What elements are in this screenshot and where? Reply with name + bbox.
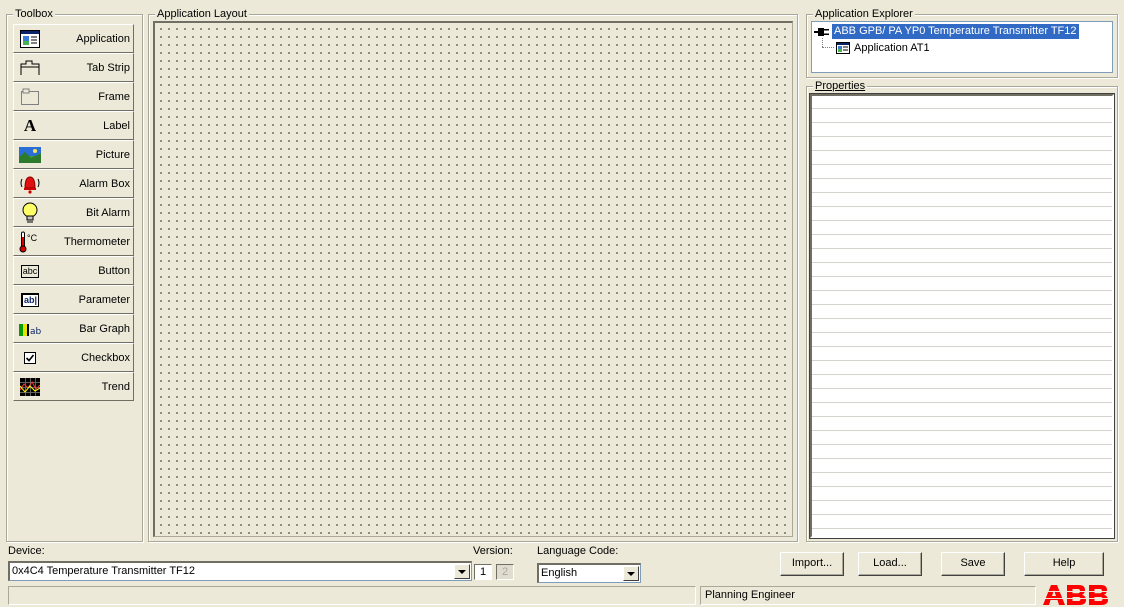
tool-label: Trend [101,381,130,393]
explorer-tree: ABB GPB/ PA YP0 Temperature Transmitter … [811,21,1113,73]
tool-label: Button [98,265,130,277]
tool-picture[interactable]: Picture [13,140,134,169]
tool-label: Parameter [78,294,130,306]
version-label: Version: [473,545,513,557]
tool-label: Frame [98,91,130,103]
tool-label: Bar Graph [79,323,130,335]
status-panel-main [8,586,696,605]
toolbox-panel: Toolbox Application Tab Strip Frame A La… [6,7,143,542]
tool-label: Checkbox [81,352,130,364]
svg-text:ab: ab [30,327,41,336]
tool-trend[interactable]: Trend [13,372,134,401]
device-value: 0x4C4 Temperature Transmitter TF12 [12,565,196,577]
tool-thermometer[interactable]: °C Thermometer [13,227,134,256]
import-button-label: Import... [791,557,833,569]
tool-checkbox[interactable]: Checkbox [13,343,134,372]
toolbox-list: Application Tab Strip Frame A Label Pict… [13,24,134,401]
language-value: English [541,567,578,579]
tool-label: Alarm Box [79,178,130,190]
layout-title: Application Layout [155,7,249,21]
load-button[interactable]: Load... [858,552,922,576]
thermometer-icon: °C [19,231,41,253]
device-select[interactable]: 0x4C4 Temperature Transmitter TF12 [8,561,472,581]
trend-icon [19,376,41,398]
tool-label: Label [103,120,130,132]
load-button-label: Load... [873,557,907,569]
chevron-down-icon[interactable] [454,564,470,579]
layout-canvas[interactable] [153,21,793,537]
button-icon: abc [20,264,40,278]
explorer-title: Application Explorer [813,7,915,21]
tool-frame[interactable]: Frame [13,82,134,111]
tree-connector [822,38,823,47]
save-button[interactable]: Save [941,552,1005,576]
version-2-field: 2 [496,564,514,580]
label-icon: A [23,116,37,135]
application-layout-panel: Application Layout [148,7,798,542]
alarm-bell-icon [19,173,41,195]
tool-label: Application [76,33,130,45]
application-explorer-panel: Application Explorer ABB GPB/ PA YP0 Tem… [806,7,1118,78]
device-plug-icon [814,27,830,37]
application-icon [836,41,850,54]
tool-tab-strip[interactable]: Tab Strip [13,53,134,82]
lightbulb-icon [19,202,41,224]
tool-label: Thermometer [63,236,130,248]
tool-application[interactable]: Application [13,24,134,53]
properties-title: Properties [813,79,868,93]
tool-label[interactable]: A Label [13,111,134,140]
tree-node-application-label: Application AT1 [854,41,930,54]
save-button-label: Save [960,557,986,569]
properties-grid[interactable] [809,93,1115,539]
status-role: Planning Engineer [700,586,1036,605]
tree-node-root[interactable]: ABB GPB/ PA YP0 Temperature Transmitter … [814,24,1079,39]
chevron-down-icon[interactable] [623,566,639,581]
tree-node-application[interactable]: Application AT1 [836,40,930,55]
properties-panel: Properties [806,79,1118,542]
device-label: Device: [8,545,45,557]
checkbox-icon [19,347,41,369]
frame-icon [19,86,41,108]
help-button[interactable]: Help [1024,552,1104,576]
language-label: Language Code: [537,545,619,557]
language-select[interactable]: English [537,563,641,583]
parameter-icon: ab| [19,289,41,311]
bar-graph-icon: ab [19,318,41,340]
tool-parameter[interactable]: ab| Parameter [13,285,134,314]
tool-label: Picture [95,149,130,161]
help-button-label: Help [1052,557,1076,569]
tool-button[interactable]: abc Button [13,256,134,285]
tool-bar-graph[interactable]: ab Bar Graph [13,314,134,343]
tool-bit-alarm[interactable]: Bit Alarm [13,198,134,227]
application-icon [19,28,41,50]
tool-label: Bit Alarm [85,207,130,219]
tool-alarm-box[interactable]: Alarm Box [13,169,134,198]
import-button[interactable]: Import... [780,552,844,576]
abb-logo [1043,585,1113,607]
toolbox-title: Toolbox [13,7,55,21]
tree-node-root-label: ABB GPB/ PA YP0 Temperature Transmitter … [832,24,1079,39]
version-1-field[interactable]: 1 [474,564,492,580]
tool-label: Tab Strip [86,62,130,74]
tree-connector [822,47,834,48]
picture-icon [19,144,41,166]
tab-strip-icon [19,57,41,79]
